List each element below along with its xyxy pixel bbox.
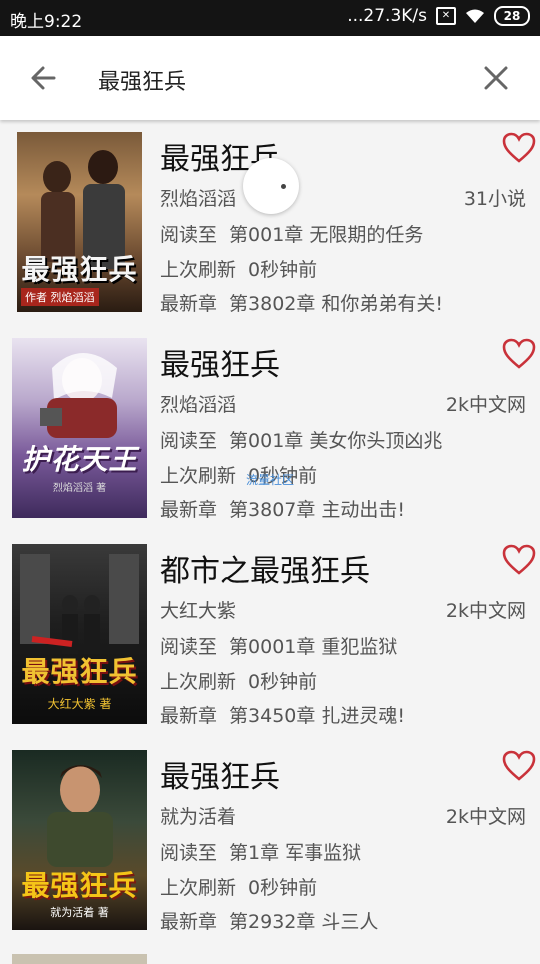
status-time: 晚上9:22 [10,12,83,32]
heart-icon[interactable] [502,750,536,782]
battery-icon: 28 [494,6,530,26]
book-list-item[interactable]: 最强狂兵 大红大紫 著 都市之最强狂兵 大红大紫 2k中文网 阅读至 第0001章… [0,532,540,738]
read-chapter: 第1章 军事监狱 [229,842,362,864]
watermark: 流量社区 [246,473,295,487]
heart-icon[interactable] [502,544,536,576]
heart-icon[interactable] [502,132,536,164]
latest-chapter: 第3450章 扎进灵魂! [229,705,406,727]
book-source: 2k中文网 [445,394,526,416]
latest-label: 最新章 [160,911,218,933]
latest-chapter: 第3807章 主动出击! [229,499,406,521]
latest-label: 最新章 [160,293,218,315]
book-cover: 最强狂兵 就为活着 著 [12,750,147,930]
read-progress-row: 阅读至 第001章 美女你头顶凶兆 [160,426,442,453]
refresh-value: 0秒钟前 [248,259,318,281]
read-label: 阅读至 [160,842,218,864]
read-chapter: 第001章 美女你头顶凶兆 [229,430,443,452]
cover-title: 最强狂兵 [21,655,138,688]
back-arrow-icon[interactable] [24,58,64,98]
refresh-label: 上次刷新 [160,671,237,693]
refresh-value: 0秒钟前 [248,877,318,899]
book-cover: 最强狂兵 作者 烈焰滔滔 [17,132,142,312]
read-progress-row: 阅读至 第0001章 重犯监狱 [160,632,397,659]
book-title: 最强狂兵 [160,760,280,795]
book-source: 2k中文网 [445,806,526,828]
cover-title: 护花天王 [21,443,138,476]
cover-title: 最强狂兵 [21,253,138,286]
latest-label: 最新章 [160,499,218,521]
read-label: 阅读至 [160,224,218,246]
book-cover: 护花天王 烈焰滔滔 著 [12,338,147,518]
cover-title: 最强狂兵 [21,869,138,902]
cover-author: 作者 烈焰滔滔 [21,288,99,306]
book-cover [12,954,147,964]
wifi-icon [466,9,484,23]
read-progress-row: 阅读至 第1章 军事监狱 [160,838,361,865]
read-progress-row: 阅读至 第001章 无限期的任务 [160,220,423,247]
latest-chapter-row: 最新章 第3450章 扎进灵魂! [160,701,405,728]
book-source: 31小说 [463,188,526,210]
book-list-item[interactable]: 最强狂兵 作者 烈焰滔滔 最强狂兵 烈焰滔滔 31小说 阅读至 第001章 无限期… [0,120,540,326]
latest-chapter-row: 最新章 第2932章 斗三人 [160,907,378,934]
search-header: 最强狂兵 [0,36,540,120]
search-input[interactable]: 最强狂兵 [98,64,186,96]
sim-card-icon: ✕ [436,7,456,25]
status-indicators: ...27.3K/s ✕ 28 [347,6,530,26]
latest-chapter: 第3802章 和你弟弟有关! [229,293,444,315]
refresh-label: 上次刷新 [160,259,237,281]
status-bar: 晚上9:22 ...27.3K/s ✕ 28 [0,0,540,36]
book-cover: 最强狂兵 大红大紫 著 [12,544,147,724]
heart-icon[interactable] [502,338,536,370]
book-list-item[interactable]: 护花天王 烈焰滔滔 著 最强狂兵 烈焰滔滔 2k中文网 阅读至 第001章 美女你… [0,326,540,532]
network-speed: ...27.3K/s [347,6,427,26]
book-author: 烈焰滔滔 [160,394,237,416]
cover-author: 就为活着 著 [50,906,109,919]
book-title: 都市之最强狂兵 [160,554,370,589]
refresh-row: 上次刷新 0秒钟前 [160,873,317,900]
latest-chapter-row: 最新章 第3802章 和你弟弟有关! [160,289,443,316]
read-label: 阅读至 [160,636,218,658]
spinner-dot-icon [281,184,286,189]
read-chapter: 第0001章 重犯监狱 [229,636,398,658]
latest-label: 最新章 [160,705,218,727]
refresh-value: 0秒钟前 [248,671,318,693]
latest-chapter-row: 最新章 第3807章 主动出击! [160,495,405,522]
read-chapter: 第001章 无限期的任务 [229,224,424,246]
refresh-label: 上次刷新 [160,877,237,899]
book-author: 大红大紫 [160,600,237,622]
loading-spinner [243,158,299,214]
book-source: 2k中文网 [445,600,526,622]
cover-author: 大红大紫 著 [47,697,112,711]
refresh-label: 上次刷新 [160,465,237,487]
book-list-item[interactable]: 最强狂兵 就为活着 著 最强狂兵 就为活着 2k中文网 阅读至 第1章 军事监狱 … [0,738,540,944]
refresh-row: 上次刷新 0秒钟前 [160,667,317,694]
book-author: 就为活着 [160,806,237,828]
latest-chapter: 第2932章 斗三人 [229,911,379,933]
book-title: 最强狂兵 [160,348,280,383]
close-icon[interactable] [476,58,516,98]
book-author: 烈焰滔滔 [160,188,237,210]
refresh-row: 上次刷新 0秒钟前 [160,255,317,282]
cover-author: 烈焰滔滔 著 [52,483,107,494]
read-label: 阅读至 [160,430,218,452]
